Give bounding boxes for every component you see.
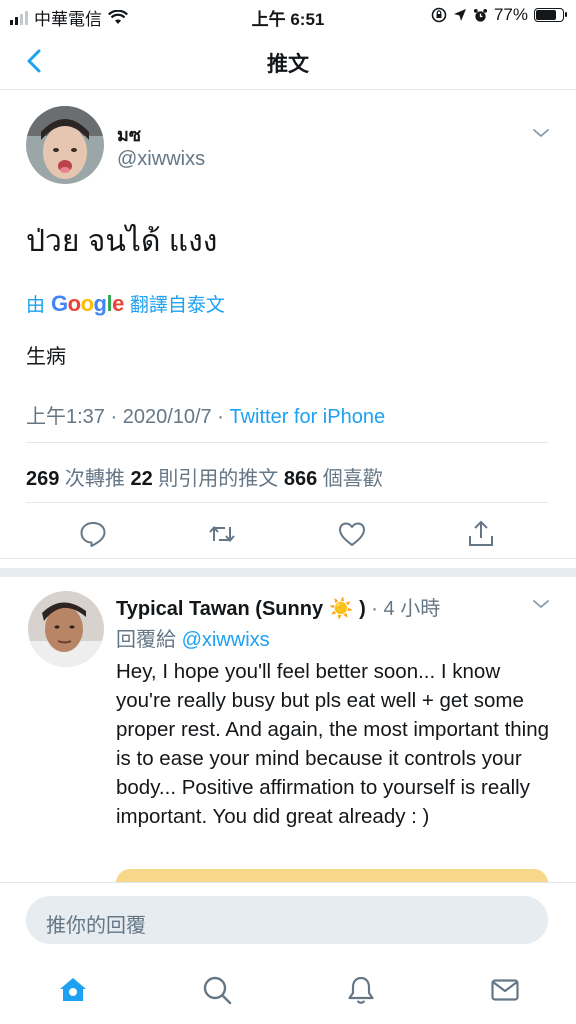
translate-suffix: 翻譯自泰文 bbox=[129, 295, 225, 316]
divider bbox=[26, 442, 548, 443]
divider bbox=[26, 502, 548, 503]
retweets-label[interactable]: 次轉推 bbox=[59, 468, 130, 490]
tweet-stats: 269 次轉推 22 則引用的推文 866 個喜歡 bbox=[26, 462, 383, 491]
tweet-timestamp: 上午1:37 · 2020/10/7 · bbox=[26, 406, 230, 428]
mail-icon[interactable] bbox=[489, 974, 521, 1006]
author-handle[interactable]: @xiwwixs bbox=[117, 148, 205, 171]
heart-icon[interactable] bbox=[337, 519, 367, 549]
section-separator bbox=[0, 568, 576, 577]
quotes-count[interactable]: 22 bbox=[131, 468, 153, 490]
reply-compose-bar: 推你的回覆 bbox=[0, 882, 576, 959]
tab-bar bbox=[0, 958, 576, 1024]
home-icon[interactable] bbox=[57, 974, 89, 1006]
reply-tweet[interactable]: Typical Tawan (Sunny ☀️ ) · 4 小時 回覆給 @xi… bbox=[0, 577, 576, 882]
chevron-down-icon[interactable] bbox=[531, 597, 551, 611]
translate-prefix: 由 bbox=[26, 295, 46, 316]
search-icon[interactable] bbox=[201, 974, 233, 1006]
alarm-icon bbox=[473, 8, 488, 22]
reply-input[interactable]: 推你的回覆 bbox=[26, 896, 548, 944]
replying-to-handle[interactable]: @xiwwixs bbox=[182, 629, 270, 651]
tweet-text: ป่วย จนได้ แงง bbox=[26, 225, 218, 258]
location-icon bbox=[453, 9, 466, 21]
comment-icon[interactable] bbox=[78, 519, 108, 549]
avatar[interactable] bbox=[26, 106, 104, 184]
tweet-source[interactable]: Twitter for iPhone bbox=[229, 406, 385, 428]
reply-input-placeholder: 推你的回覆 bbox=[46, 915, 146, 937]
battery-icon bbox=[534, 8, 567, 22]
chevron-down-icon[interactable] bbox=[531, 126, 551, 140]
reply-media-image[interactable] bbox=[116, 869, 548, 882]
orientation-lock-icon bbox=[431, 7, 447, 23]
google-logo: Google bbox=[51, 290, 124, 316]
share-icon[interactable] bbox=[466, 519, 496, 549]
translate-link[interactable]: 由 Google 翻譯自泰文 bbox=[26, 290, 225, 317]
divider bbox=[0, 558, 576, 559]
likes-count[interactable]: 866 bbox=[284, 468, 317, 490]
avatar[interactable] bbox=[28, 591, 104, 667]
retweet-icon[interactable] bbox=[207, 519, 237, 549]
likes-label[interactable]: 個喜歡 bbox=[317, 468, 383, 490]
author-name[interactable]: มซ bbox=[117, 120, 141, 149]
page-title: 推文 bbox=[267, 53, 309, 76]
translated-text: 生病 bbox=[26, 346, 66, 368]
nav-bar: 推文 bbox=[0, 34, 576, 90]
tweet-actions bbox=[0, 515, 576, 555]
reply-author-name[interactable]: Typical Tawan (Sunny ☀️ ) bbox=[116, 598, 366, 620]
retweets-count[interactable]: 269 bbox=[26, 468, 59, 490]
tweet-meta: 上午1:37 · 2020/10/7 · Twitter for iPhone bbox=[26, 400, 385, 429]
reply-header: Typical Tawan (Sunny ☀️ ) · 4 小時 bbox=[116, 592, 440, 621]
bell-icon[interactable] bbox=[345, 974, 377, 1006]
replying-to: 回覆給 @xiwwixs bbox=[116, 623, 270, 652]
reply-text: Hey, I hope you'll feel better soon... I… bbox=[116, 660, 550, 828]
battery-percent: 77% bbox=[493, 5, 528, 24]
replying-to-label: 回覆給 bbox=[116, 629, 182, 651]
reply-time: · 4 小時 bbox=[365, 598, 441, 620]
quotes-label[interactable]: 則引用的推文 bbox=[153, 468, 284, 490]
status-bar: 中華電信 上午 6:51 77% bbox=[0, 0, 576, 34]
